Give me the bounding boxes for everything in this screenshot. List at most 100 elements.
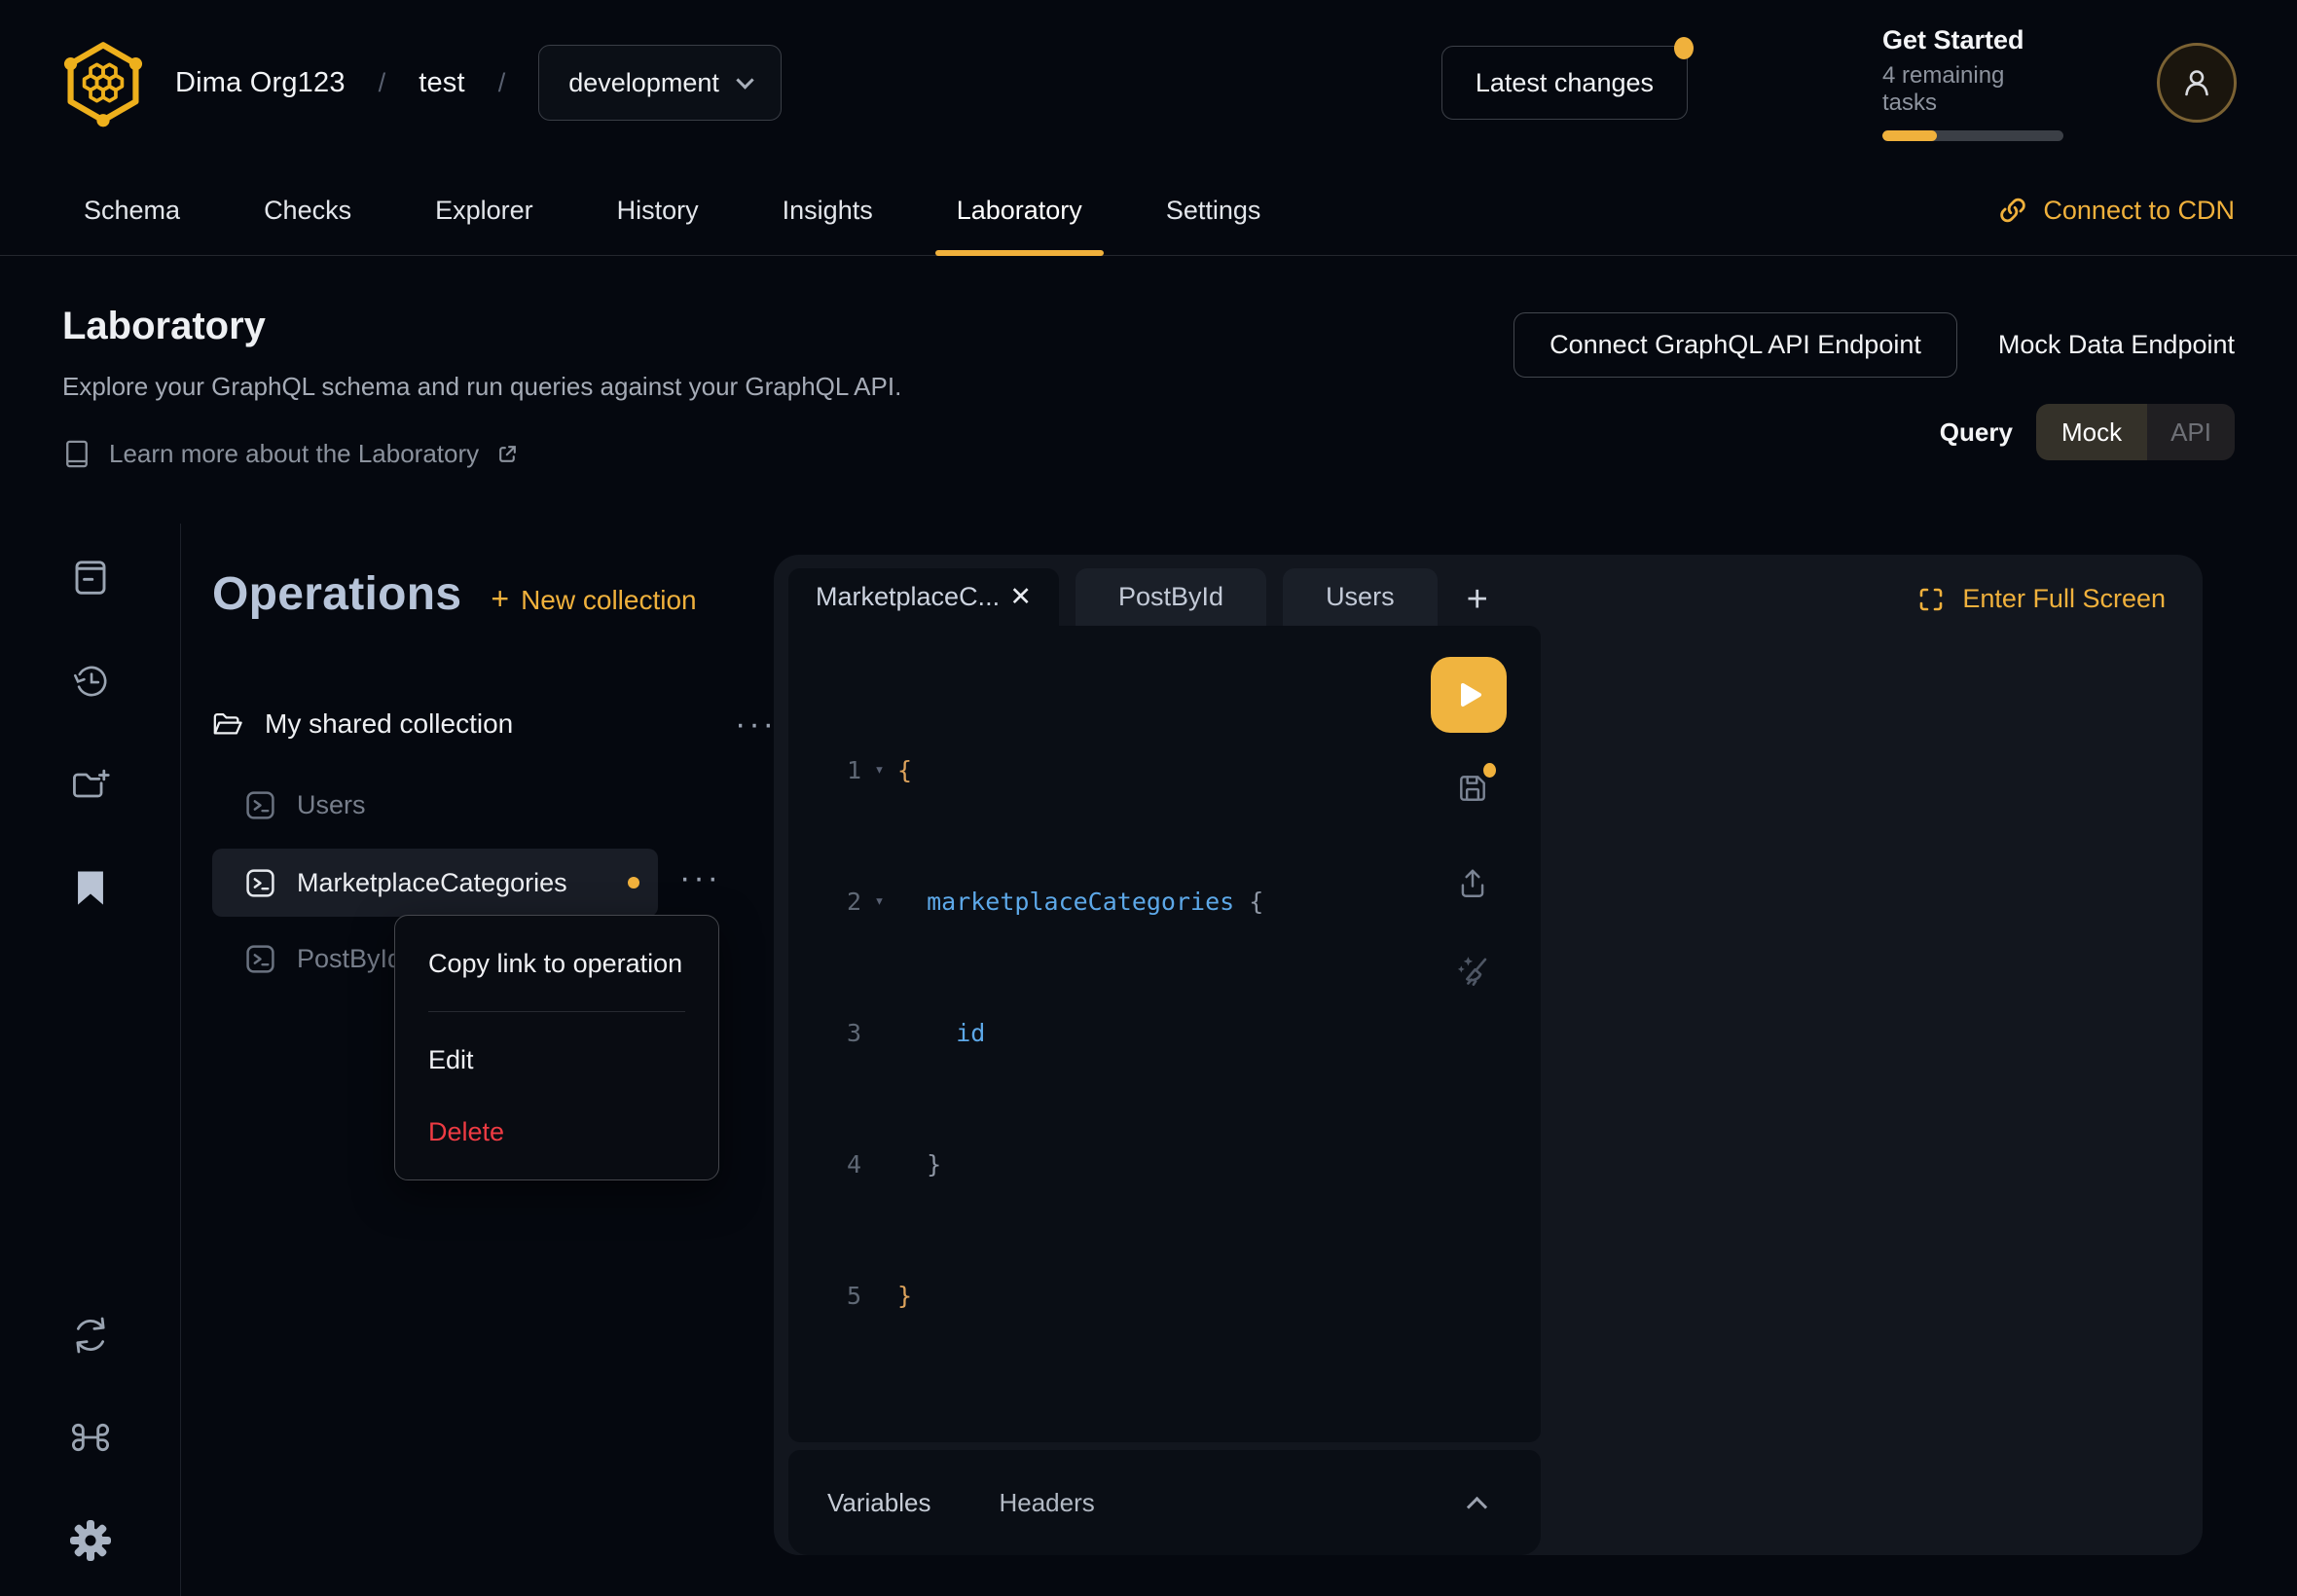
user-avatar[interactable] [2157,43,2237,123]
variables-tab[interactable]: Variables [827,1488,930,1518]
headers-tab[interactable]: Headers [999,1488,1094,1518]
fold-caret-icon[interactable]: ▾ [861,748,897,792]
menu-item-delete[interactable]: Delete [428,1096,685,1168]
notification-dot [1674,37,1694,59]
operation-item-marketplacecategories[interactable]: MarketplaceCategories [212,849,658,917]
operation-context-menu: Copy link to operation Edit Delete [394,915,719,1180]
chevron-down-icon [736,71,753,89]
operation-icon [245,868,275,898]
prettify-button[interactable] [1453,950,1496,995]
enter-fullscreen-label: Enter Full Screen [1962,584,2166,614]
operations-title: Operations [212,567,461,621]
line-number: 5 [788,1274,861,1318]
collection-row[interactable]: My shared collection ··· [212,703,777,745]
line-number: 2 [788,880,861,924]
rail-divider [180,524,181,1596]
mock-api-toggle[interactable]: Mock API [2036,404,2235,460]
tab-insights[interactable]: Insights [761,165,894,255]
settings-gear-icon[interactable] [68,1518,113,1563]
operation-icon [245,944,275,974]
latest-changes-button[interactable]: Latest changes [1441,46,1688,120]
menu-item-copy-link[interactable]: Copy link to operation [428,916,685,1012]
connect-to-cdn-link[interactable]: Connect to CDN [1998,165,2235,255]
app-header: Dima Org123 / test / development Latest … [0,0,2297,165]
tab-schema[interactable]: Schema [62,165,201,255]
fold-caret-icon[interactable]: ▾ [861,880,897,924]
share-operation-button[interactable] [1456,867,1489,900]
code-line: 1 ▾ { [788,748,1541,792]
link-icon [1998,196,2027,225]
operations-book-icon[interactable] [70,557,111,598]
code-line: 2 ▾ marketplaceCategories { [788,880,1541,924]
breadcrumb-project[interactable]: test [419,67,465,99]
operation-name: PostById [297,944,402,974]
graphos-logo-icon[interactable] [60,38,146,127]
variables-headers-bar: Variables Headers [788,1450,1541,1555]
new-tab-button[interactable]: + [1467,581,1488,618]
tab-checks[interactable]: Checks [242,165,373,255]
new-collection-folder-icon[interactable] [70,765,111,806]
tab-settings[interactable]: Settings [1145,165,1283,255]
enter-fullscreen-button[interactable]: Enter Full Screen [1917,584,2166,614]
editor-tabs: MarketplaceC... ✕ PostById Users + [788,568,1488,626]
save-icon [1456,772,1489,805]
close-icon[interactable]: ✕ [1009,582,1032,612]
line-number: 3 [788,1011,861,1055]
fold-spacer [861,1011,897,1055]
variant-dropdown-label: development [568,68,719,98]
connect-graphql-endpoint-button[interactable]: Connect GraphQL API Endpoint [1513,312,1957,378]
unsaved-changes-dot [1483,763,1496,778]
saved-bookmark-icon[interactable] [73,868,108,907]
breadcrumb-org[interactable]: Dima Org123 [175,67,346,99]
editor-tab-postbyid[interactable]: PostById [1076,568,1266,626]
save-operation-button[interactable] [1456,772,1489,805]
editor-tab-label: MarketplaceC... [816,582,1000,612]
page-header: Laboratory Explore your GraphQL schema a… [62,256,2235,538]
get-started-subtitle: 4 remaining tasks [1882,62,2063,117]
code-token: } [897,1274,912,1318]
primary-nav: Schema Checks Explorer History Insights … [0,165,2297,256]
editor-tab-users[interactable]: Users [1283,568,1438,626]
learn-more-link[interactable]: Learn more about the Laboratory [62,439,519,469]
query-editor[interactable]: 1 ▾ { 2 ▾ marketplaceCategories { 3 id 4… [788,626,1541,1442]
get-started-widget[interactable]: Get Started 4 remaining tasks [1882,25,2063,141]
shortcuts-command-icon[interactable] [69,1416,112,1459]
operation-item-users[interactable]: Users [212,771,658,839]
external-link-icon [496,443,519,465]
endpoint-actions: Connect GraphQL API Endpoint Mock Data E… [1513,312,2235,378]
fold-spacer [861,1274,897,1318]
code-line: 5 } [788,1274,1541,1318]
play-icon [1452,678,1485,711]
breadcrumb: Dima Org123 / test / development [175,45,782,121]
code-token: id [897,1011,985,1055]
run-query-button[interactable] [1431,657,1507,733]
editor-tab-marketplacecategories[interactable]: MarketplaceC... ✕ [788,568,1059,626]
code-area[interactable]: 1 ▾ { 2 ▾ marketplaceCategories { 3 id 4… [788,661,1541,1405]
history-icon[interactable] [69,660,112,703]
fullscreen-icon [1917,586,1945,613]
sync-icon[interactable] [69,1314,112,1357]
breadcrumb-separator: / [379,68,386,98]
code-line: 3 id [788,1011,1541,1055]
query-target-row: Query Mock API [1940,404,2235,460]
broom-sparkle-icon [1453,950,1496,995]
operation-marketplace-wrap: MarketplaceCategories ··· [212,839,777,917]
toggle-option-mock[interactable]: Mock [2036,404,2147,460]
collapse-chevron-icon[interactable] [1467,1496,1487,1516]
breadcrumb-separator: / [498,68,506,98]
tab-history[interactable]: History [596,165,720,255]
get-started-progress-fill [1882,130,1937,141]
rail-bottom-icons [0,1314,180,1563]
mock-data-endpoint-button[interactable]: Mock Data Endpoint [1998,330,2235,360]
variant-dropdown[interactable]: development [538,45,782,121]
tab-laboratory[interactable]: Laboratory [935,165,1104,255]
new-collection-label: New collection [521,585,697,616]
line-number: 1 [788,748,861,792]
new-collection-button[interactable]: + New collection [491,581,696,617]
menu-item-edit[interactable]: Edit [428,1024,685,1096]
header-right: Latest changes Get Started 4 remaining t… [1441,25,2237,141]
tab-explorer[interactable]: Explorer [414,165,555,255]
toggle-option-api[interactable]: API [2147,404,2235,460]
rail-top-icons [0,557,180,907]
line-number: 4 [788,1143,861,1186]
